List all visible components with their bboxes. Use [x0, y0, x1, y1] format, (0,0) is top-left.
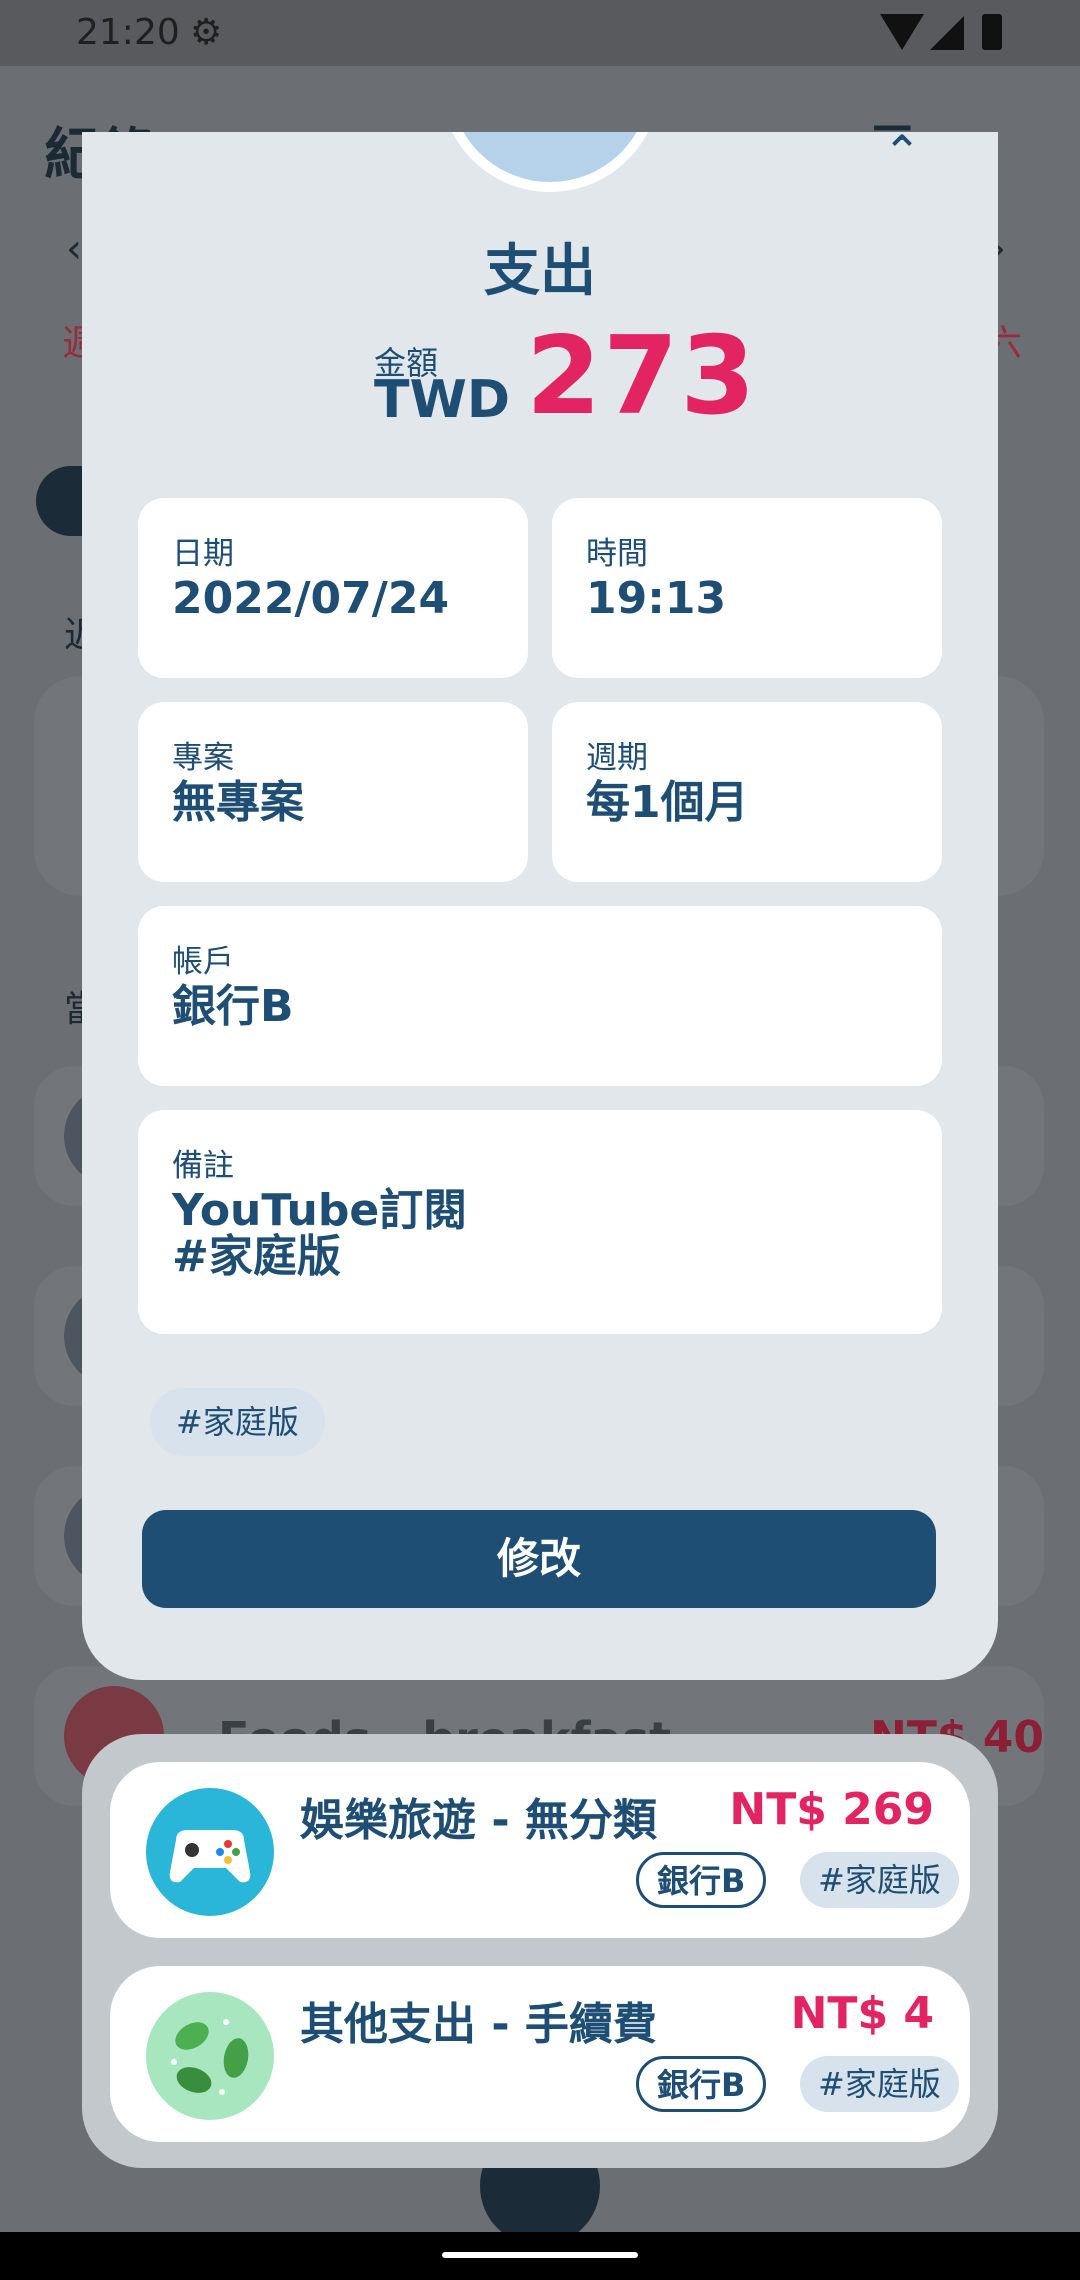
account-label: 帳戶 [172, 944, 234, 980]
edit-button[interactable]: 修改 [142, 1510, 936, 1608]
note-field[interactable]: 備註 YouTube訂閱 #家庭版 [138, 1110, 942, 1334]
note-line-1: YouTube訂閱 [172, 1185, 468, 1236]
status-bar: 21:20 ⚙ [0, 0, 1080, 66]
split-tag-chip: #家庭版 [800, 1852, 959, 1908]
gear-icon: ⚙ [190, 12, 223, 53]
note-line-2: #家庭版 [172, 1231, 341, 1282]
battery-icon [982, 14, 1002, 50]
signal-icon [930, 16, 964, 50]
wifi-icon [880, 14, 924, 50]
split-amount: NT$ 4 [790, 1988, 934, 2039]
split-item[interactable]: 娛樂旅遊 - 無分類 NT$ 269 銀行B #家庭版 [110, 1762, 970, 1938]
cycle-value: 每1個月 [586, 777, 749, 828]
project-field[interactable]: 專案 無專案 [138, 702, 528, 882]
category-avatar [440, 132, 660, 192]
cycle-label: 週期 [586, 740, 648, 776]
split-category: 其他支出 - 手續費 [300, 1999, 657, 2050]
split-account-chip: 銀行B [636, 1852, 767, 1908]
date-label: 日期 [172, 536, 234, 572]
split-account-chip: 銀行B [636, 2056, 767, 2112]
time-label: 時間 [586, 536, 648, 572]
account-value: 銀行B [172, 981, 294, 1032]
date-value: 2022/07/24 [172, 573, 450, 624]
time-value: 19:13 [586, 573, 727, 624]
modal-title: 支出 [484, 239, 596, 304]
split-item[interactable]: 其他支出 - 手續費 NT$ 4 銀行B #家庭版 [110, 1966, 970, 2142]
cycle-field[interactable]: 週期 每1個月 [552, 702, 942, 882]
amount-currency: TWD [374, 370, 510, 430]
date-field[interactable]: 日期 2022/07/24 [138, 498, 528, 678]
split-category: 娛樂旅遊 - 無分類 [300, 1795, 657, 1846]
status-time: 21:20 [76, 12, 180, 53]
collapse-icon[interactable]: ⌃ [872, 132, 932, 182]
amount-value: 273 [526, 314, 758, 439]
time-field[interactable]: 時間 19:13 [552, 498, 942, 678]
gamepad-icon [146, 1788, 274, 1916]
leaves-icon [146, 1992, 274, 2120]
project-value: 無專案 [172, 777, 304, 828]
tag-chip[interactable]: #家庭版 [150, 1388, 325, 1456]
split-tag-chip: #家庭版 [800, 2056, 959, 2112]
chevron-left-icon: ‹ [66, 226, 82, 272]
split-items-sheet: 娛樂旅遊 - 無分類 NT$ 269 銀行B #家庭版 其他支出 - 手續費 N… [82, 1734, 998, 2168]
split-amount: NT$ 269 [729, 1784, 934, 1835]
account-field[interactable]: 帳戶 銀行B [138, 906, 942, 1086]
transaction-detail-modal: ⌃ 支出 金額 TWD 273 日期 2022/07/24 時間 19:13 專… [82, 132, 998, 1680]
navigation-bar [0, 2232, 1080, 2280]
home-handle[interactable] [442, 2252, 638, 2258]
note-label: 備註 [172, 1148, 234, 1184]
project-label: 專案 [172, 740, 234, 776]
